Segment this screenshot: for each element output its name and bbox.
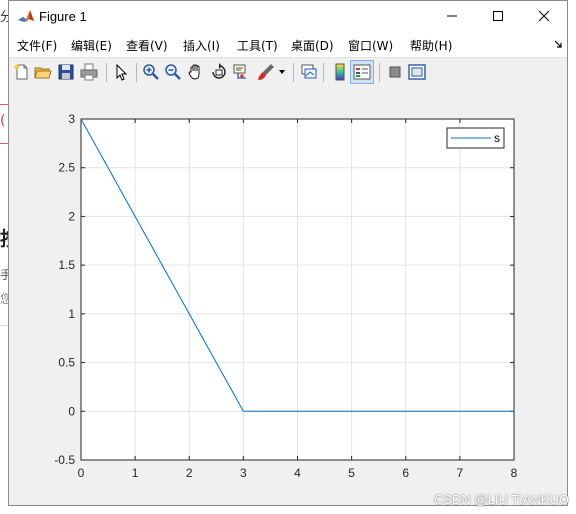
legend-icon[interactable] <box>353 63 371 81</box>
toolbar-separator <box>323 63 324 82</box>
x-tick-label: 1 <box>132 466 139 480</box>
figure-canvas: 0 1 2 3 4 5 6 7 8 -0.5 0 0.5 1 1.5 2 2.5 3 s <box>9 87 567 505</box>
background-fragment-red: ( <box>0 113 6 129</box>
toolbar-separator <box>136 63 137 82</box>
legend-entry-label: s <box>494 131 500 145</box>
y-tick-label: 2.5 <box>58 161 75 175</box>
brush-dropdown-arrow-icon[interactable] <box>279 69 285 75</box>
rotate-3d-icon[interactable] <box>210 63 228 81</box>
x-tick-label: 8 <box>511 466 518 480</box>
background-fragment-top: 分 <box>0 10 8 25</box>
x-tick-label: 5 <box>348 466 355 480</box>
background-fragment-line1: 手 <box>0 268 8 282</box>
x-tick-label: 6 <box>402 466 409 480</box>
line-chart: 0 1 2 3 4 5 6 7 8-0.500.511.522.53s <box>54 112 518 480</box>
minimize-icon <box>447 15 457 17</box>
print-icon[interactable] <box>80 63 98 81</box>
open-file-icon[interactable] <box>34 63 52 81</box>
link-plot-icon[interactable] <box>300 63 318 81</box>
y-tick-label: 3 <box>68 112 75 126</box>
toolbar-separator <box>106 63 107 82</box>
toolbar-separator <box>379 63 380 82</box>
y-tick-label: 1.5 <box>58 258 75 272</box>
menu-desktop[interactable]: 桌面(D) <box>291 37 334 54</box>
maximize-icon <box>493 11 503 21</box>
window-title: Figure 1 <box>39 9 87 24</box>
menu-insert[interactable]: 插入(I) <box>183 37 220 54</box>
y-tick-label: 1 <box>68 307 75 321</box>
menu-edit[interactable]: 编辑(E) <box>71 37 112 54</box>
close-icon <box>538 10 550 22</box>
zoom-out-icon[interactable] <box>164 63 182 81</box>
title-bar[interactable]: Figure 1 <box>9 1 567 32</box>
brush-icon[interactable] <box>257 63 275 81</box>
x-tick-label: 4 <box>294 466 301 480</box>
menu-overflow-arrow-icon[interactable] <box>553 39 563 49</box>
menu-window[interactable]: 窗口(W) <box>348 37 393 54</box>
menu-file[interactable]: 文件(F) <box>17 37 57 54</box>
y-tick-label: 2 <box>68 209 75 223</box>
background-fragment-heading: 按 <box>0 224 8 251</box>
x-tick-label: 2 <box>186 466 193 480</box>
background-divider <box>0 325 8 326</box>
watermark-text: CSDN @LIU TIANKUO <box>433 492 569 507</box>
toolbar-separator <box>293 63 294 82</box>
hide-plot-tools-icon[interactable] <box>386 63 404 81</box>
zoom-in-icon[interactable] <box>142 63 160 81</box>
toolbar <box>9 57 567 88</box>
new-figure-icon[interactable] <box>13 63 31 81</box>
x-tick-label: 7 <box>457 466 464 480</box>
colorbar-icon[interactable] <box>331 63 349 81</box>
menu-tools[interactable]: 工具(T) <box>237 37 278 54</box>
pan-hand-icon[interactable] <box>187 63 205 81</box>
x-tick-label: 0 <box>78 466 85 480</box>
minimize-button[interactable] <box>429 1 475 32</box>
menu-view[interactable]: 查看(V) <box>126 37 168 54</box>
data-cursor-icon[interactable] <box>233 63 251 81</box>
close-button[interactable] <box>521 1 567 32</box>
y-tick-label: -0.5 <box>54 453 75 467</box>
x-tick-label: 3 <box>240 466 247 480</box>
pointer-icon[interactable] <box>112 63 130 81</box>
matlab-logo-icon <box>17 8 35 26</box>
show-plot-tools-icon[interactable] <box>408 63 426 81</box>
menu-help[interactable]: 帮助(H) <box>410 37 452 54</box>
y-tick-label: 0.5 <box>58 356 75 370</box>
maximize-button[interactable] <box>475 1 521 32</box>
menu-bar: 文件(F) 编辑(E) 查看(V) 插入(I) 工具(T) 桌面(D) 窗口(W… <box>9 32 567 57</box>
background-fragment-line2: 您 <box>0 292 8 306</box>
save-icon[interactable] <box>57 63 75 81</box>
figure-window: Figure 1 文件(F) 编辑(E) 查看(V) 插入(I) 工具(T) 桌… <box>8 0 568 506</box>
y-tick-label: 0 <box>68 404 75 418</box>
